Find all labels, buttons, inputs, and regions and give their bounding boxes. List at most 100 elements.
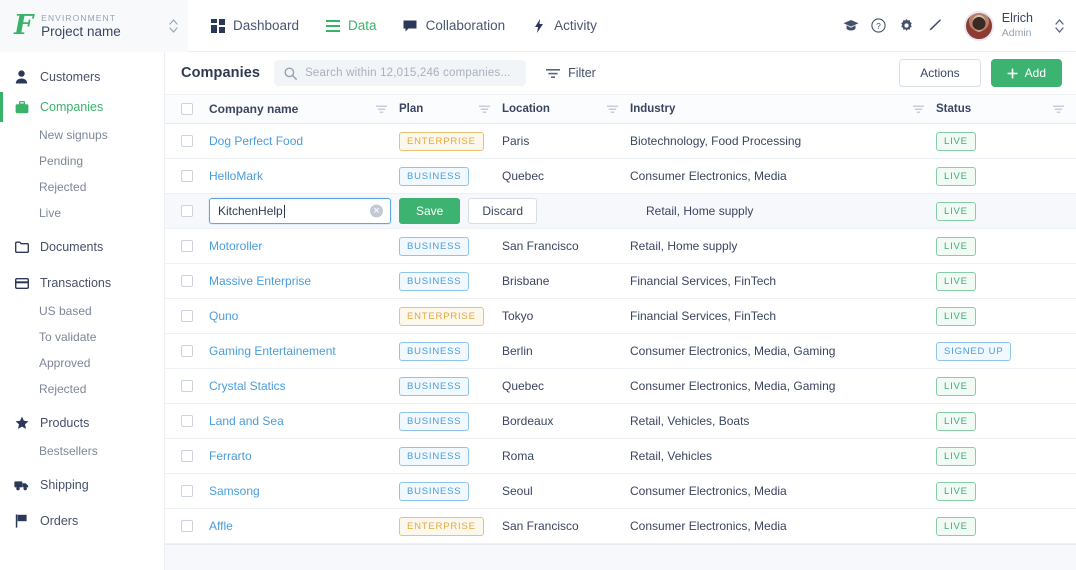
sidebar-item-transactions[interactable]: Transactions	[0, 268, 164, 298]
row-checkbox[interactable]	[181, 450, 193, 462]
company-link[interactable]: HelloMark	[209, 169, 263, 183]
table-row[interactable]: Samsong BUSINESS Seoul Consumer Electron…	[165, 474, 1076, 509]
sidebar-item-documents[interactable]: Documents	[0, 232, 164, 262]
save-button[interactable]: Save	[399, 198, 461, 224]
tab-collaboration-label: Collaboration	[425, 18, 506, 33]
discard-button[interactable]: Discard	[468, 198, 538, 224]
column-header-location[interactable]: Location	[502, 103, 630, 115]
cell-company-name: Ferrarto	[209, 449, 399, 463]
table-row[interactable]: Affle ENTERPRISE San Francisco Consumer …	[165, 509, 1076, 544]
sidebar-label-us-based: US based	[39, 304, 92, 318]
row-checkbox[interactable]	[181, 520, 193, 532]
plan-badge: BUSINESS	[399, 481, 470, 501]
tab-data[interactable]: Data	[325, 0, 377, 52]
company-link[interactable]: Gaming Entertainement	[209, 344, 336, 358]
table-row[interactable]: Ferrarto BUSINESS Roma Retail, Vehicles …	[165, 439, 1076, 474]
table-row[interactable]: Massive Enterprise BUSINESS Brisbane Fin…	[165, 264, 1076, 299]
status-badge: LIVE	[936, 376, 976, 396]
chevron-updown-icon[interactable]	[169, 18, 178, 33]
pen-icon[interactable]	[922, 13, 948, 39]
tab-activity[interactable]: Activity	[531, 0, 597, 52]
user-chevron-updown-icon[interactable]	[1055, 18, 1064, 33]
company-link[interactable]: Ferrarto	[209, 449, 252, 463]
sidebar-item-approved[interactable]: Approved	[0, 350, 164, 376]
row-checkbox[interactable]	[181, 310, 193, 322]
company-link[interactable]: Crystal Statics	[209, 379, 286, 393]
person-icon	[14, 70, 29, 85]
sidebar-item-orders[interactable]: Orders	[0, 506, 164, 536]
row-checkbox[interactable]	[181, 415, 193, 427]
select-all-checkbox[interactable]	[181, 103, 193, 115]
row-checkbox[interactable]	[181, 240, 193, 252]
row-checkbox[interactable]	[181, 135, 193, 147]
row-checkbox[interactable]	[181, 275, 193, 287]
company-link[interactable]: Samsong	[209, 484, 260, 498]
sidebar-item-customers[interactable]: Customers	[0, 62, 164, 92]
sidebar-item-bestsellers[interactable]: Bestsellers	[0, 438, 164, 464]
cell-location: Bordeaux	[502, 414, 554, 428]
column-filter-icon-company-name[interactable]	[376, 105, 387, 114]
company-link[interactable]: Quno	[209, 309, 238, 323]
add-button[interactable]: Add	[990, 59, 1062, 87]
company-link[interactable]: Land and Sea	[209, 414, 284, 428]
clear-circle-icon[interactable]: ✕	[370, 204, 383, 218]
sidebar-item-pending[interactable]: Pending	[0, 148, 164, 174]
sidebar-item-rejected-companies[interactable]: Rejected	[0, 174, 164, 200]
sidebar-item-us-based[interactable]: US based	[0, 298, 164, 324]
column-header-industry[interactable]: Industry	[630, 103, 936, 115]
sidebar-item-shipping[interactable]: Shipping	[0, 470, 164, 500]
help-circle-icon[interactable]: ?	[866, 13, 892, 39]
column-filter-icon-plan[interactable]	[479, 105, 490, 114]
filter-button[interactable]: Filter	[546, 66, 596, 80]
sidebar-item-to-validate[interactable]: To validate	[0, 324, 164, 350]
plan-badge: BUSINESS	[399, 271, 470, 291]
row-checkbox[interactable]	[181, 170, 193, 182]
plan-badge: BUSINESS	[399, 341, 470, 361]
search-input[interactable]: Search within 12,015,246 companies...	[274, 60, 527, 86]
gear-icon[interactable]	[894, 13, 920, 39]
row-checkbox[interactable]	[181, 205, 193, 217]
cell-plan: BUSINESS	[399, 166, 502, 186]
cell-company-name: Quno	[209, 309, 399, 323]
actions-button[interactable]: Actions	[899, 59, 981, 87]
sidebar-item-rejected-transactions[interactable]: Rejected	[0, 376, 164, 402]
tab-collaboration[interactable]: Collaboration	[403, 0, 506, 52]
table-row[interactable]: Crystal Statics BUSINESS Quebec Consumer…	[165, 369, 1076, 404]
column-filter-icon-status[interactable]	[1053, 105, 1064, 114]
row-checkbox[interactable]	[181, 380, 193, 392]
column-header-company-name[interactable]: Company name	[209, 102, 399, 116]
graduation-cap-icon[interactable]	[838, 13, 864, 39]
tab-dashboard[interactable]: Dashboard	[210, 0, 299, 52]
user-menu[interactable]: Elrich Admin	[963, 10, 1033, 41]
column-header-status[interactable]: Status	[936, 103, 1076, 115]
row-checkbox[interactable]	[181, 485, 193, 497]
svg-text:?: ?	[876, 21, 881, 31]
cell-status: LIVE	[936, 376, 1076, 396]
sidebar-item-new-signups[interactable]: New signups	[0, 122, 164, 148]
row-checkbox[interactable]	[181, 345, 193, 357]
table-row-editing[interactable]: KitchenHelp ✕ Save Discard Retail, Home …	[165, 194, 1076, 229]
company-link[interactable]: Motoroller	[209, 239, 262, 253]
table-row[interactable]: Quno ENTERPRISE Tokyo Financial Services…	[165, 299, 1076, 334]
company-name-edit-input[interactable]: KitchenHelp ✕	[209, 198, 391, 224]
cell-status: LIVE	[936, 201, 1076, 221]
column-filter-icon-industry[interactable]	[913, 105, 924, 114]
table-row[interactable]: Dog Perfect Food ENTERPRISE Paris Biotec…	[165, 124, 1076, 159]
sidebar-item-companies[interactable]: Companies	[0, 92, 164, 122]
column-filter-icon-location[interactable]	[607, 105, 618, 114]
sidebar-item-products[interactable]: Products	[0, 408, 164, 438]
company-link[interactable]: Massive Enterprise	[209, 274, 311, 288]
environment-selector[interactable]: F ENVIRONMENT Project name	[0, 0, 188, 52]
status-badge: LIVE	[936, 236, 976, 256]
column-header-plan[interactable]: Plan	[399, 103, 502, 115]
company-link[interactable]: Affle	[209, 519, 233, 533]
status-badge: LIVE	[936, 306, 976, 326]
cell-industry: Retail, Vehicles, Boats	[630, 414, 750, 428]
search-icon	[284, 67, 298, 80]
company-link[interactable]: Dog Perfect Food	[209, 134, 303, 148]
table-row[interactable]: Gaming Entertainement BUSINESS Berlin Co…	[165, 334, 1076, 369]
sidebar-item-live[interactable]: Live	[0, 200, 164, 226]
table-row[interactable]: HelloMark BUSINESS Quebec Consumer Elect…	[165, 159, 1076, 194]
table-row[interactable]: Motoroller BUSINESS San Francisco Retail…	[165, 229, 1076, 264]
table-row[interactable]: Land and Sea BUSINESS Bordeaux Retail, V…	[165, 404, 1076, 439]
